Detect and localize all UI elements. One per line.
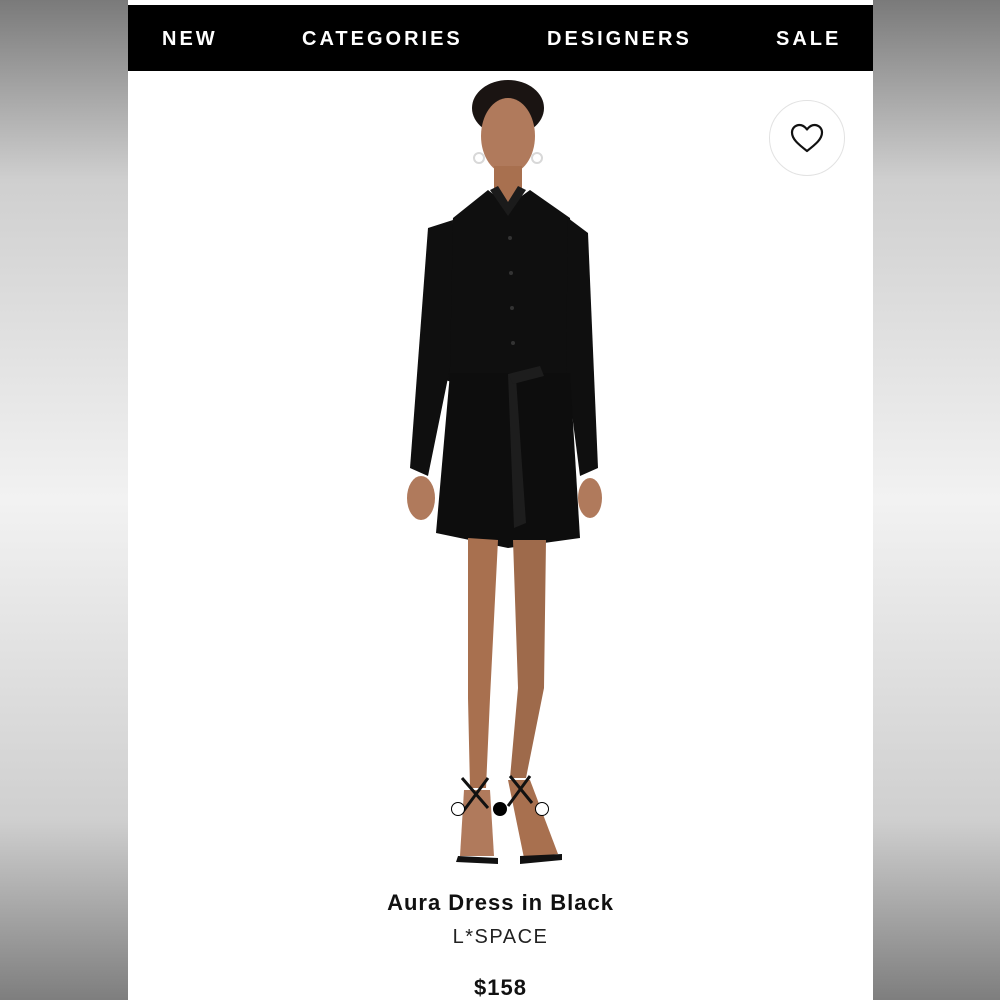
product-title[interactable]: Aura Dress in Black [128, 890, 873, 916]
gallery-dot-1[interactable] [451, 802, 465, 816]
nav-item-sale[interactable]: SALE [776, 27, 841, 51]
product-image[interactable] [358, 78, 658, 878]
heart-icon [790, 123, 824, 153]
gallery-dot-2[interactable] [493, 802, 507, 816]
nav-item-new[interactable]: NEW [162, 27, 218, 51]
nav-item-designers[interactable]: DESIGNERS [547, 27, 692, 51]
favorite-button[interactable] [769, 100, 845, 176]
gallery-dot-3[interactable] [535, 802, 549, 816]
main-nav: NEW CATEGORIES DESIGNERS SALE [128, 5, 873, 71]
product-page: NEW CATEGORIES DESIGNERS SALE Aura Dress… [128, 0, 873, 1000]
background-blur-left [0, 0, 128, 1000]
nav-item-categories[interactable]: CATEGORIES [302, 27, 463, 51]
product-brand[interactable]: L*SPACE [128, 926, 873, 949]
gallery-pagination [451, 802, 551, 818]
product-price: $158 [474, 975, 527, 1000]
background-blur-right [873, 0, 1000, 1000]
